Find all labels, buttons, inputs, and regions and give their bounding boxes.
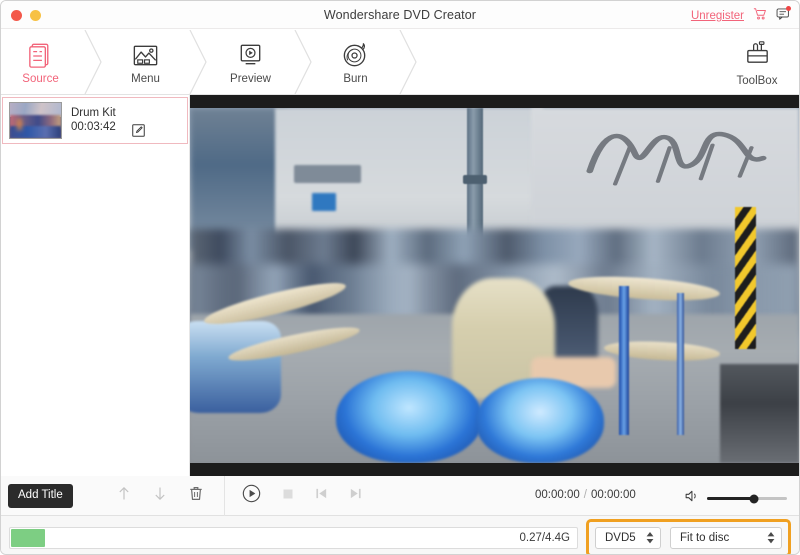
speaker-volume-icon[interactable] (685, 489, 700, 508)
shopping-cart-icon[interactable] (753, 7, 767, 26)
monitor-play-icon (235, 39, 266, 71)
page-title: Wondershare DVD Creator (323, 8, 477, 22)
ribbon-spacer (421, 29, 715, 94)
video-preview-panel[interactable] (190, 95, 799, 476)
fit-mode-select[interactable]: Fit to disc (670, 526, 782, 549)
bottom-bar: 0.27/4.4G DVD5 Fit to disc (1, 516, 799, 554)
disc-capacity-bar: 0.27/4.4G (9, 526, 578, 549)
ribbon-chevron-4 (395, 29, 421, 94)
stepper-arrows-icon (767, 531, 775, 544)
disc-capacity-label: 0.27/4.4G (519, 531, 570, 544)
message-icon[interactable] (776, 6, 791, 26)
previous-icon[interactable] (315, 487, 328, 505)
disc-settings-highlight: DVD5 Fit to disc (586, 518, 791, 554)
volume-slider-knob[interactable] (749, 494, 759, 503)
ribbon-step-label: Preview (230, 72, 271, 85)
ribbon-step-preview[interactable]: Preview (211, 29, 290, 94)
stepper-arrows-icon (646, 531, 654, 544)
time-separator: / (583, 489, 587, 501)
disc-burn-icon (340, 39, 371, 71)
image-picture-icon (130, 39, 161, 71)
ribbon-step-menu[interactable]: Menu (106, 29, 185, 94)
stop-icon[interactable] (282, 487, 294, 505)
title-bar: Wondershare DVD Creator Unregister (1, 1, 799, 29)
unregister-link[interactable]: Unregister (691, 9, 744, 24)
title-list-panel: Drum Kit 00:03:42 (1, 95, 190, 476)
main-body: Drum Kit 00:03:42 (1, 95, 799, 476)
play-icon[interactable] (242, 484, 261, 508)
list-item-meta: Drum Kit 00:03:42 (71, 106, 181, 135)
volume-slider[interactable] (707, 494, 787, 503)
volume-slider-fill (707, 497, 755, 500)
toolbox-icon (742, 37, 773, 73)
message-badge (786, 6, 791, 11)
next-icon[interactable] (349, 487, 362, 505)
playback-tools (242, 484, 362, 508)
list-item-duration: 00:03:42 (71, 121, 116, 133)
graffiti-decoration (586, 131, 767, 186)
list-tools (117, 486, 203, 506)
ribbon-step-burn[interactable]: Burn (316, 29, 395, 94)
ribbon-toolbox-label: ToolBox (736, 74, 778, 87)
thumbnail (9, 102, 62, 139)
current-time: 00:00:00 (535, 489, 580, 501)
list-item[interactable]: Drum Kit 00:03:42 (2, 97, 188, 144)
ribbon-chevron-3 (290, 29, 316, 94)
letterbox-bottom (190, 463, 799, 476)
arrow-up-icon[interactable] (117, 486, 131, 506)
total-time: 00:00:00 (590, 489, 636, 501)
trash-icon[interactable] (189, 486, 203, 506)
step-ribbon: Source Menu Preview Burn ToolBox (1, 29, 799, 95)
add-title-button[interactable]: Add Title (8, 483, 73, 508)
ribbon-toolbox-button[interactable]: ToolBox (715, 29, 799, 94)
ribbon-step-label: Burn (343, 72, 368, 85)
ribbon-step-source[interactable]: Source (1, 29, 80, 94)
ribbon-step-label: Source (22, 72, 59, 85)
edit-square-icon[interactable] (132, 124, 145, 137)
arrow-down-icon[interactable] (153, 486, 167, 506)
time-display: 00:00:00 / 00:00:00 (535, 489, 636, 501)
app-window: Wondershare DVD Creator Unregister Sourc… (0, 0, 800, 555)
volume-control[interactable] (685, 489, 787, 508)
list-item-title: Drum Kit (71, 107, 116, 119)
disc-type-select[interactable]: DVD5 (595, 526, 661, 549)
disc-type-value: DVD5 (605, 531, 636, 544)
letterbox-top (190, 95, 799, 108)
disc-capacity-fill (11, 528, 46, 547)
transport-bar: Add Title 00:00:00 / 00:00:00 (1, 475, 799, 516)
document-pages-icon (25, 39, 56, 71)
fit-mode-value: Fit to disc (680, 531, 730, 544)
video-frame (190, 108, 799, 463)
ribbon-chevron-1 (80, 29, 106, 94)
ribbon-chevron-2 (185, 29, 211, 94)
transport-divider (223, 475, 225, 516)
ribbon-step-label: Menu (131, 72, 160, 85)
title-bar-actions: Unregister (691, 6, 791, 26)
